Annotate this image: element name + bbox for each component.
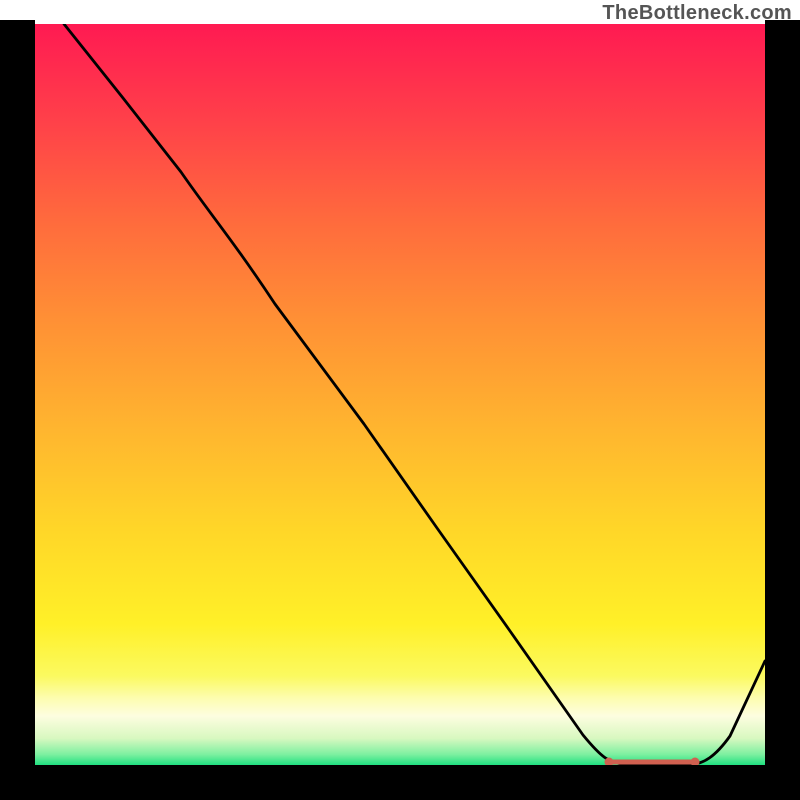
axis-bottom <box>0 765 800 800</box>
optimal-range-end-dot <box>691 758 700 766</box>
curve-svg <box>35 24 765 765</box>
axis-right <box>765 20 800 800</box>
watermark-text: TheBottleneck.com <box>602 2 792 25</box>
axis-left <box>0 20 35 800</box>
bottleneck-curve <box>64 24 765 764</box>
chart-container: TheBottleneck.com <box>0 0 800 800</box>
plot-area <box>35 24 765 765</box>
